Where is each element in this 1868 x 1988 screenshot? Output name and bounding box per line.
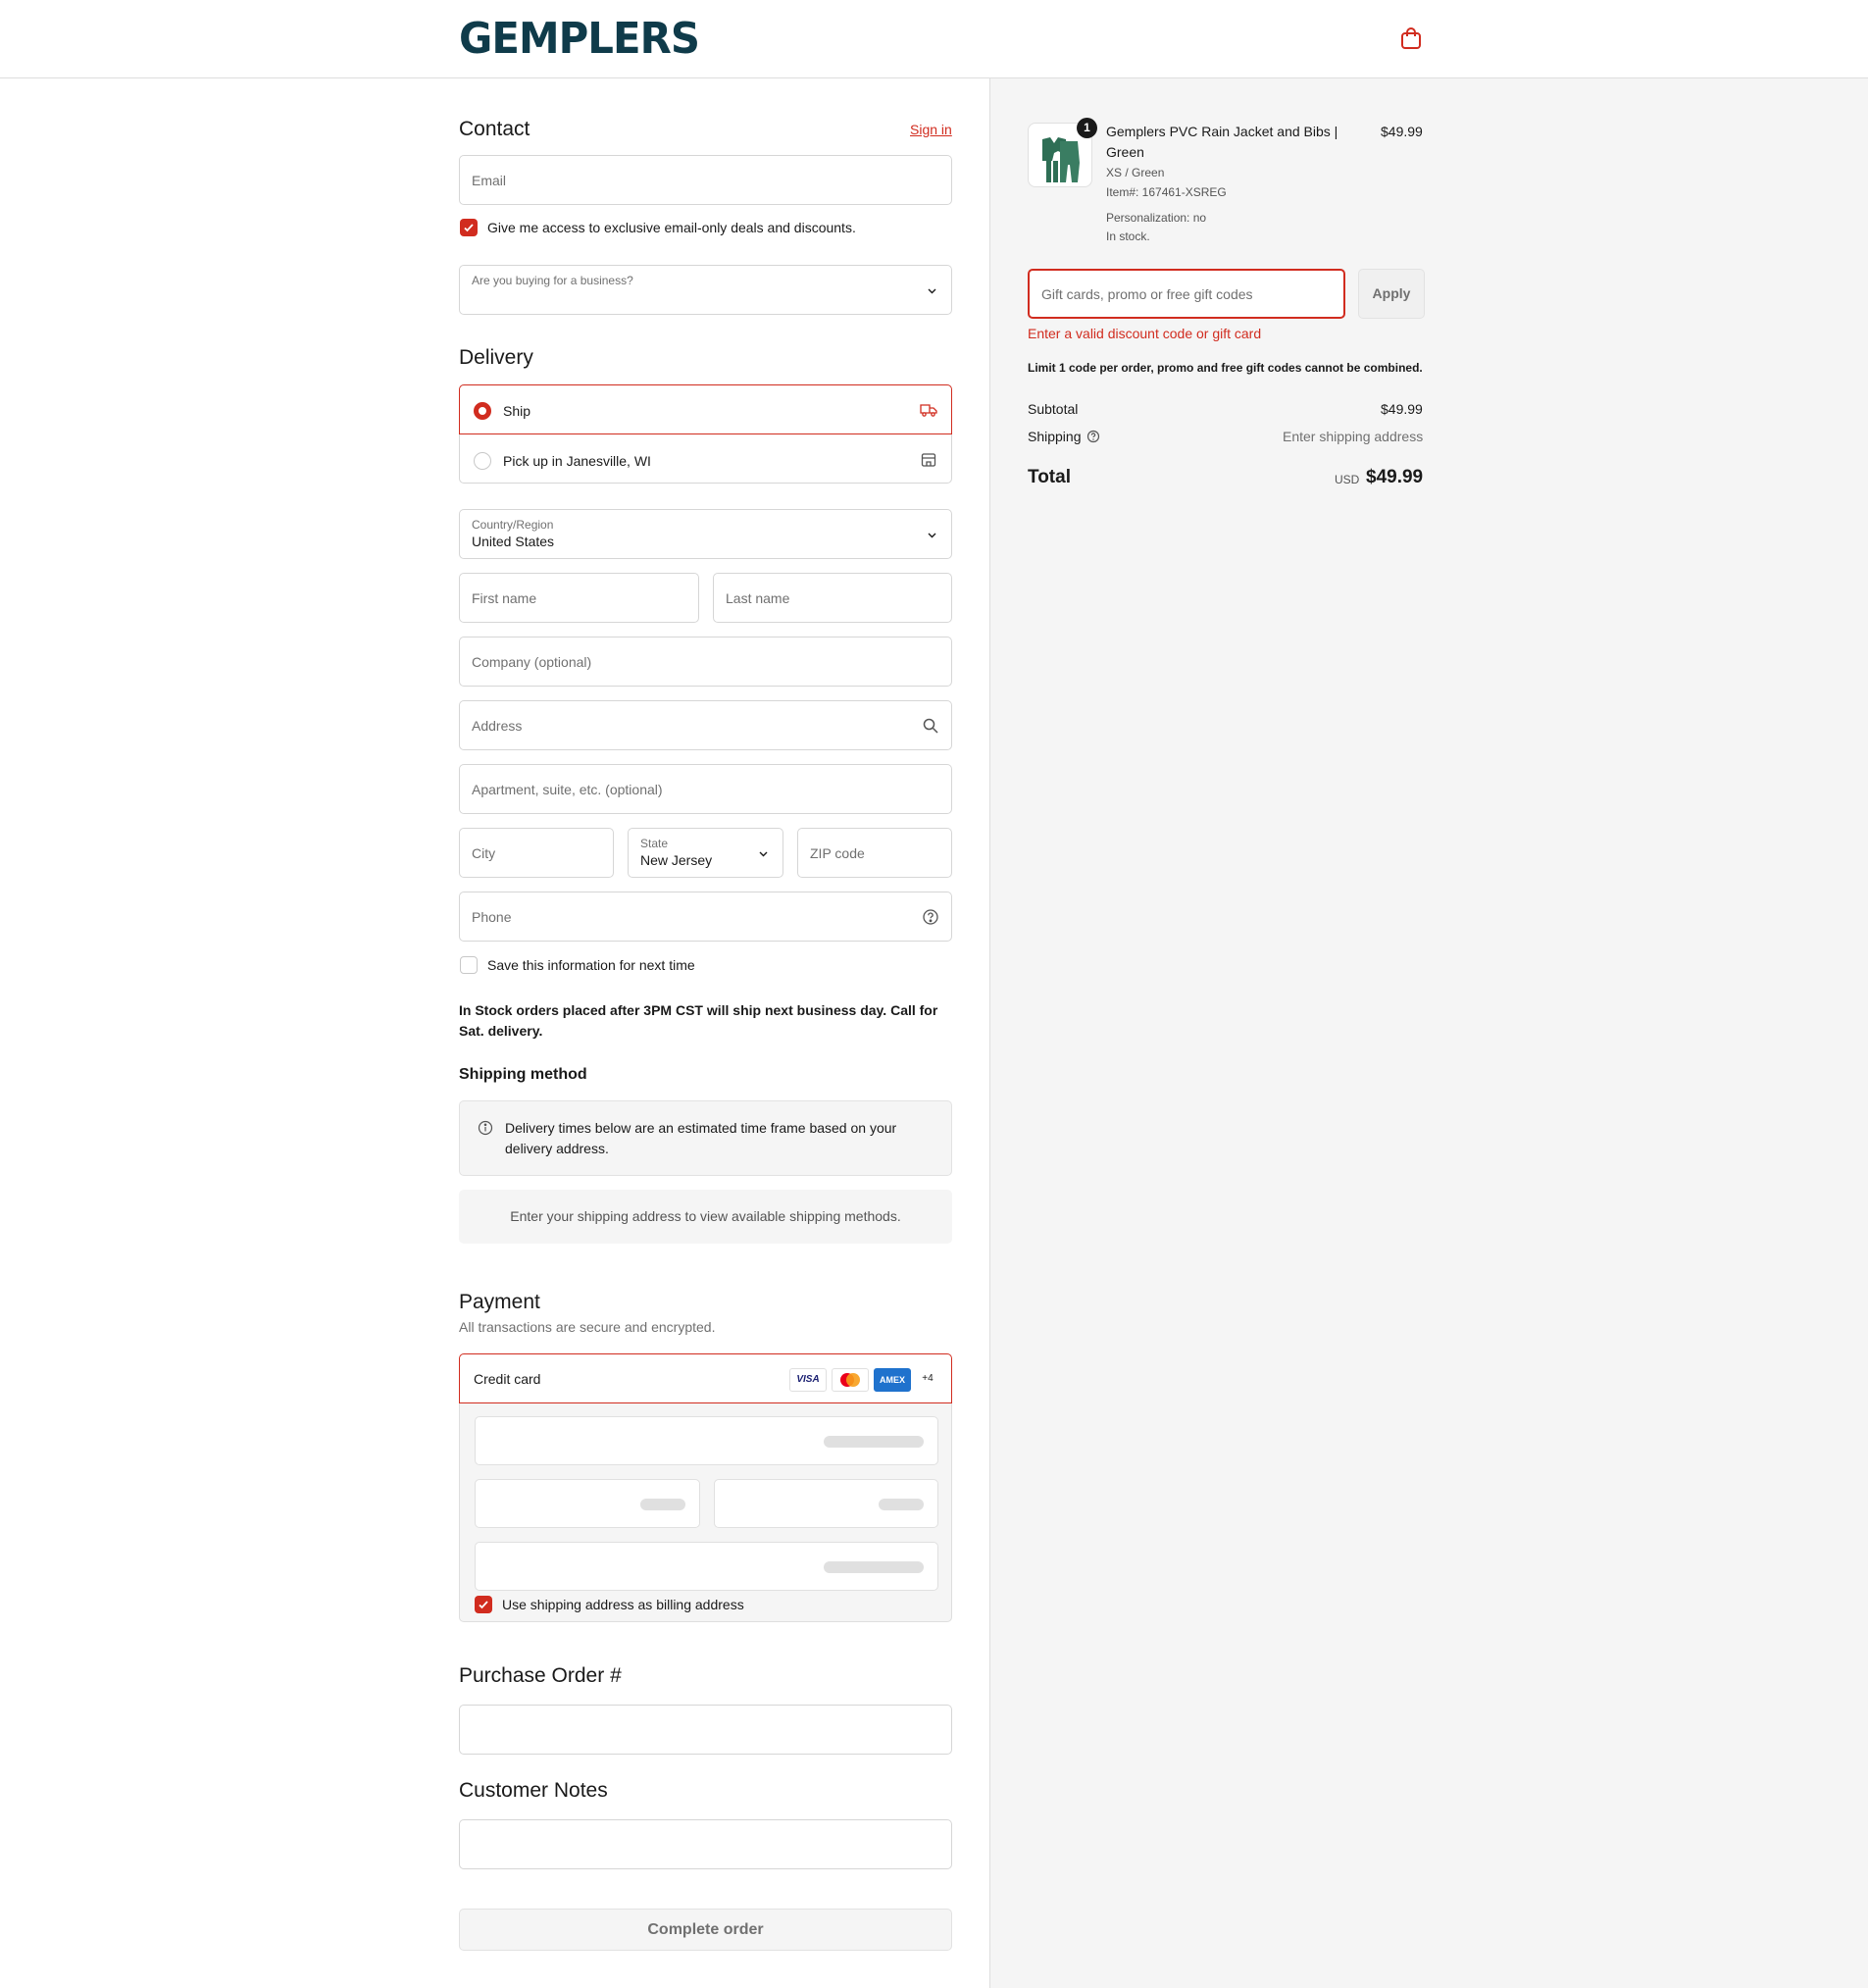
total-value: $49.99 bbox=[1366, 467, 1424, 487]
city-field[interactable]: City bbox=[459, 828, 614, 878]
save-info-label: Save this information for next time bbox=[487, 957, 695, 973]
stock-note: In Stock orders placed after 3PM CST wil… bbox=[459, 1002, 938, 1039]
country-label: Country/Region bbox=[472, 518, 554, 532]
quantity-badge: 1 bbox=[1077, 118, 1097, 138]
shipping-method-heading: Shipping method bbox=[459, 1066, 587, 1083]
shipping-info-box: Delivery times below are an estimated ti… bbox=[459, 1100, 952, 1176]
zip-placeholder: ZIP code bbox=[810, 845, 865, 861]
apartment-field[interactable]: Apartment, suite, etc. (optional) bbox=[459, 764, 952, 814]
shipping-help-icon[interactable] bbox=[1086, 430, 1100, 443]
help-icon[interactable] bbox=[922, 908, 939, 926]
product-variant: XS / Green bbox=[1106, 166, 1165, 179]
first-name-field[interactable]: First name bbox=[459, 573, 699, 623]
shopping-bag-icon[interactable] bbox=[1400, 26, 1422, 50]
store-icon bbox=[921, 453, 936, 467]
ship-radio[interactable] bbox=[474, 402, 491, 420]
contact-heading: Contact bbox=[459, 118, 530, 140]
product-personalization: Personalization: no bbox=[1106, 211, 1207, 225]
chevron-down-icon bbox=[928, 533, 936, 538]
credit-card-option[interactable]: Credit card VISA AMEX +4 bbox=[459, 1353, 952, 1403]
state-label: State bbox=[640, 837, 669, 850]
shipping-label: Shipping bbox=[1028, 429, 1082, 444]
billing-checkbox[interactable] bbox=[475, 1596, 492, 1613]
more-cards-badge: +4 bbox=[916, 1368, 939, 1392]
first-name-placeholder: First name bbox=[472, 590, 537, 606]
promo-placeholder: Gift cards, promo or free gift codes bbox=[1041, 286, 1253, 302]
chevron-down-icon bbox=[759, 851, 768, 857]
zip-field[interactable]: ZIP code bbox=[797, 828, 952, 878]
name-on-card-field[interactable] bbox=[475, 1542, 938, 1591]
card-form: Use shipping address as billing address bbox=[459, 1403, 952, 1622]
gemplers-logo[interactable]: GEMPLERS bbox=[459, 18, 700, 61]
business-label: Are you buying for a business? bbox=[472, 274, 633, 287]
payment-heading: Payment bbox=[459, 1291, 540, 1313]
product-price: $49.99 bbox=[1381, 124, 1423, 139]
company-field[interactable]: Company (optional) bbox=[459, 637, 952, 687]
amex-icon: AMEX bbox=[874, 1368, 911, 1392]
country-select[interactable]: Country/Region United States bbox=[459, 509, 952, 559]
delivery-option-pickup[interactable]: Pick up in Janesville, WI bbox=[459, 434, 952, 484]
customer-notes-field[interactable] bbox=[459, 1819, 952, 1869]
check-icon bbox=[479, 1601, 488, 1609]
security-code-field[interactable] bbox=[714, 1479, 938, 1528]
truck-icon bbox=[920, 404, 937, 417]
mastercard-icon bbox=[832, 1368, 869, 1392]
state-value: New Jersey bbox=[640, 852, 713, 868]
product-name-line2: Green bbox=[1106, 144, 1144, 160]
currency-code: USD bbox=[1335, 473, 1360, 486]
pickup-radio[interactable] bbox=[474, 452, 491, 470]
last-name-field[interactable]: Last name bbox=[713, 573, 952, 623]
city-placeholder: City bbox=[472, 845, 496, 861]
payment-subtitle: All transactions are secure and encrypte… bbox=[459, 1319, 716, 1335]
product-stock: In stock. bbox=[1106, 229, 1150, 243]
marketing-label: Give me access to exclusive email-only d… bbox=[487, 220, 856, 235]
company-placeholder: Company (optional) bbox=[472, 654, 592, 670]
pickup-label: Pick up in Janesville, WI bbox=[503, 453, 651, 469]
address-field[interactable]: Address bbox=[459, 700, 952, 750]
search-icon bbox=[923, 718, 938, 734]
subtotal-value: $49.99 bbox=[1381, 401, 1423, 417]
sign-in-link[interactable]: Sign in bbox=[910, 122, 952, 137]
mastercard-logo bbox=[840, 1373, 860, 1387]
state-select[interactable]: State New Jersey bbox=[628, 828, 783, 878]
apply-button[interactable]: Apply bbox=[1358, 269, 1425, 319]
shipping-info-text: Delivery times below are an estimated ti… bbox=[505, 1120, 897, 1156]
expiry-field[interactable] bbox=[475, 1479, 700, 1528]
save-info-checkbox[interactable] bbox=[460, 956, 478, 974]
credit-card-label: Credit card bbox=[474, 1371, 541, 1387]
marketing-checkbox[interactable] bbox=[460, 219, 478, 236]
address-placeholder: Address bbox=[472, 718, 523, 734]
product-name-line1: Gemplers PVC Rain Jacket and Bibs | bbox=[1106, 124, 1338, 139]
ship-label: Ship bbox=[503, 403, 531, 419]
promo-code-input[interactable]: Gift cards, promo or free gift codes bbox=[1028, 269, 1345, 319]
customer-notes-heading: Customer Notes bbox=[459, 1779, 608, 1802]
info-icon bbox=[478, 1120, 493, 1136]
product-item-number: Item#: 167461-XSREG bbox=[1106, 185, 1227, 199]
card-number-field[interactable] bbox=[475, 1416, 938, 1465]
email-field[interactable]: Email bbox=[459, 155, 952, 205]
subtotal-label: Subtotal bbox=[1028, 401, 1079, 417]
last-name-placeholder: Last name bbox=[726, 590, 790, 606]
purchase-order-field[interactable] bbox=[459, 1705, 952, 1755]
shipping-methods-empty: Enter your shipping address to view avai… bbox=[459, 1190, 952, 1244]
delivery-option-ship[interactable]: Ship bbox=[459, 384, 952, 434]
apartment-placeholder: Apartment, suite, etc. (optional) bbox=[472, 782, 663, 797]
delivery-heading: Delivery bbox=[459, 346, 533, 369]
email-placeholder: Email bbox=[472, 173, 507, 188]
site-header: GEMPLERS bbox=[0, 0, 1868, 78]
phone-placeholder: Phone bbox=[472, 909, 512, 925]
business-select[interactable]: Are you buying for a business? bbox=[459, 265, 952, 315]
billing-label: Use shipping address as billing address bbox=[502, 1597, 744, 1612]
country-value: United States bbox=[472, 534, 555, 549]
visa-icon: VISA bbox=[789, 1368, 827, 1392]
chevron-down-icon bbox=[928, 288, 936, 294]
shipping-value: Enter shipping address bbox=[1283, 429, 1424, 444]
promo-limit-note: Limit 1 code per order, promo and free g… bbox=[1028, 361, 1423, 375]
phone-field[interactable]: Phone bbox=[459, 892, 952, 942]
purchase-order-heading: Purchase Order # bbox=[459, 1664, 622, 1687]
promo-error: Enter a valid discount code or gift card bbox=[1028, 326, 1262, 341]
total-label: Total bbox=[1028, 467, 1071, 487]
check-icon bbox=[464, 224, 474, 232]
complete-order-button[interactable]: Complete order bbox=[459, 1909, 952, 1951]
